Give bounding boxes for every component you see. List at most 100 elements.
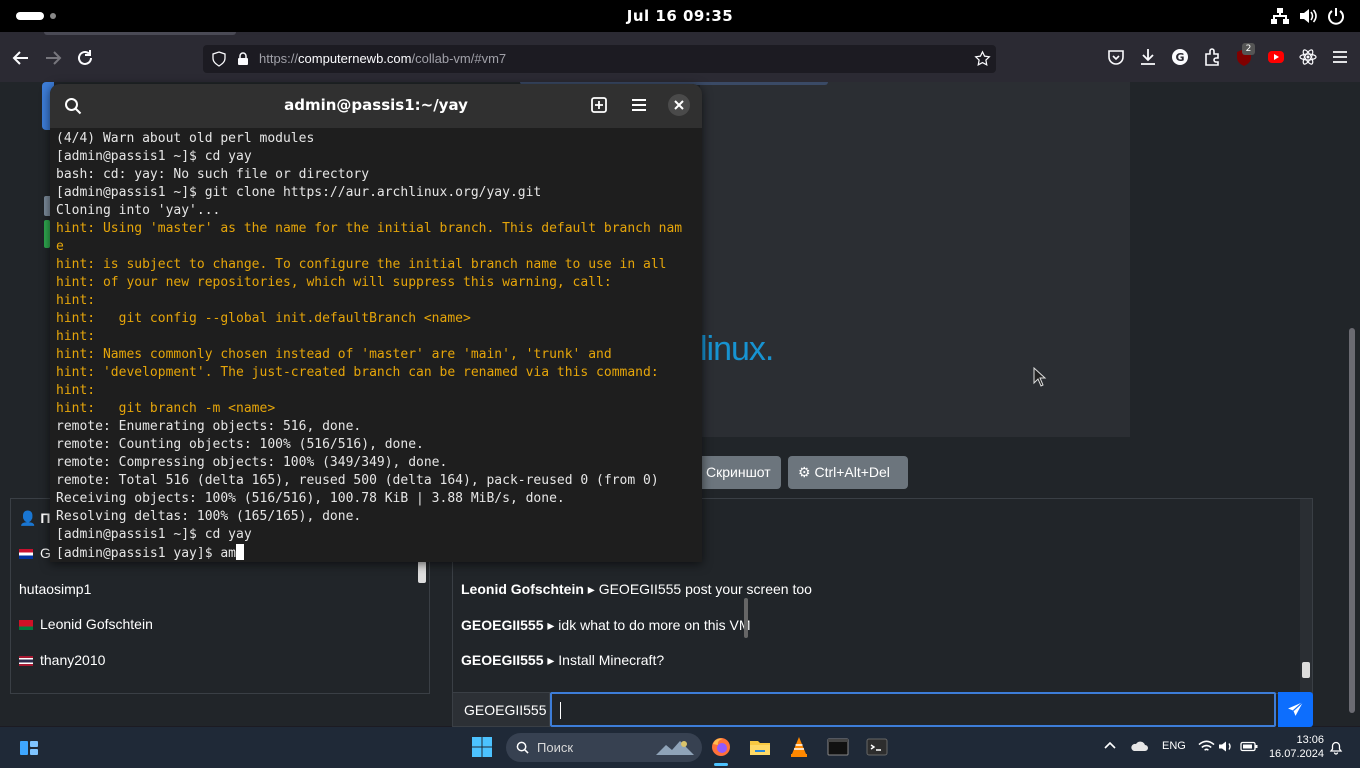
chat-scroll-thumb[interactable] xyxy=(1302,662,1310,678)
ctrl-alt-del-label: Ctrl+Alt+Del xyxy=(814,464,890,480)
active-tab-indicator[interactable] xyxy=(44,32,236,35)
taskbar-search[interactable]: Поиск xyxy=(506,733,702,762)
user-item[interactable]: hutaosimp1 xyxy=(19,574,91,604)
close-icon xyxy=(674,100,684,110)
bookmark-star-icon[interactable] xyxy=(974,50,991,67)
terminal-output[interactable]: (4/4) Warn about old perl modules [admin@… xyxy=(56,130,696,560)
network-wired-icon[interactable] xyxy=(1270,6,1290,26)
react-devtools-icon[interactable] xyxy=(1297,46,1319,68)
extensions-icon[interactable] xyxy=(1201,46,1223,68)
pocket-icon[interactable] xyxy=(1105,46,1127,68)
user-name: thany2010 xyxy=(40,652,106,668)
forward-icon[interactable] xyxy=(42,47,64,69)
user-list-scrollbar[interactable] xyxy=(418,561,426,583)
terminal-line: (4/4) Warn about old perl modules xyxy=(56,131,315,146)
nickname-label[interactable]: GEOEGII555 xyxy=(452,692,550,727)
widgets-icon[interactable] xyxy=(18,737,40,759)
menu-icon[interactable] xyxy=(1329,46,1351,68)
chat-text: idk what to do more on this VM xyxy=(558,617,751,633)
reload-icon[interactable] xyxy=(74,47,96,69)
chat-user: GEOEGII555 xyxy=(461,617,544,633)
speaker-icon[interactable] xyxy=(1218,739,1234,754)
terminal-line: bash: cd: yay: No such file or directory xyxy=(56,167,370,182)
taskbar-clock[interactable]: 13:06 16.07.2024 xyxy=(1264,733,1324,761)
downloads-icon[interactable] xyxy=(1137,46,1159,68)
vm-cursor-icon xyxy=(1033,367,1047,387)
language-indicator[interactable]: ENG xyxy=(1162,740,1186,752)
firefox-icon[interactable] xyxy=(710,736,732,758)
terminal-hint-line: hint: git config --global init.defaultBr… xyxy=(56,311,471,326)
taskbar-time: 13:06 xyxy=(1296,734,1324,746)
battery-icon[interactable] xyxy=(1240,739,1258,754)
ublock-badge: 2 xyxy=(1242,43,1255,55)
terminal-cursor xyxy=(236,544,245,560)
firefox-active-indicator xyxy=(714,763,728,766)
notifications-bell-icon[interactable] xyxy=(1328,739,1344,755)
terminal-line: [admin@passis1 ~]$ cd yay xyxy=(56,149,252,164)
hamburger-menu-icon[interactable] xyxy=(630,96,648,114)
flag-icon xyxy=(19,656,33,666)
volume-icon[interactable] xyxy=(1298,6,1318,26)
terminal-line: Receiving objects: 100% (516/516), 100.7… xyxy=(56,491,565,506)
terminal-app-icon[interactable] xyxy=(866,736,888,758)
terminal-hint-line: hint: is subject to change. To configure… xyxy=(56,257,667,272)
chat-input[interactable] xyxy=(550,692,1276,727)
terminal-line: [admin@passis1 ~]$ cd yay xyxy=(56,527,252,542)
screenshot-button[interactable]: Скриншот xyxy=(700,456,781,489)
chat-text: Install Minecraft? xyxy=(558,652,665,668)
account-g-icon[interactable]: G xyxy=(1169,46,1191,68)
arch-linux-logo-text: linux. xyxy=(700,330,774,368)
terminal-scrollbar[interactable] xyxy=(744,598,748,638)
user-name: hutaosimp1 xyxy=(19,581,92,597)
back-icon[interactable] xyxy=(10,47,32,69)
terminal-line: [admin@passis1 yay]$ am xyxy=(56,544,696,560)
cmd-icon[interactable] xyxy=(827,736,849,758)
chat-text: GEOEGII555 post your screen too xyxy=(598,581,812,597)
tray-overflow-icon[interactable] xyxy=(1102,738,1118,754)
windows-start-icon[interactable] xyxy=(471,736,493,758)
youtube-icon[interactable] xyxy=(1265,46,1287,68)
ctrl-alt-del-button[interactable]: ⚙ Ctrl+Alt+Del xyxy=(788,456,908,489)
url-bar[interactable]: https://computernewb.com/collab-vm/#vm7 xyxy=(203,45,996,73)
terminal-line: remote: Compressing objects: 100% (349/3… xyxy=(56,455,448,470)
page-scrollbar[interactable] xyxy=(1349,328,1355,713)
terminal-hint-line: hint: Using 'master' as the name for the… xyxy=(56,221,683,236)
terminal-window[interactable]: admin@passis1:~/yay (4/4) Warn about old… xyxy=(50,84,748,638)
terminal-hint-line: e xyxy=(56,239,64,254)
svg-text:G: G xyxy=(1175,51,1184,64)
close-button[interactable] xyxy=(668,94,690,116)
power-icon[interactable] xyxy=(1326,6,1346,26)
terminal-hint-line: hint: of your new repositories, which wi… xyxy=(56,275,612,290)
new-tab-icon[interactable] xyxy=(590,96,608,114)
terminal-line: Resolving deltas: 100% (165/165), done. xyxy=(56,509,362,524)
terminal-hint-line: hint: xyxy=(56,293,96,308)
vlc-icon[interactable] xyxy=(788,736,810,758)
terminal-hint-line: hint: git branch -m <name> xyxy=(56,401,276,416)
user-item[interactable]: Leonid Gofschtein xyxy=(19,609,153,639)
system-top-bar: Jul 16 09:35 xyxy=(0,0,1360,32)
screenshot-label: Скриншот xyxy=(706,464,771,480)
chat-message: GEOEGII555 ▸ Install Minecraft? xyxy=(461,652,665,668)
system-clock[interactable]: Jul 16 09:35 xyxy=(0,7,1360,25)
gear-icon: ⚙ xyxy=(798,464,811,480)
chat-scrollbar[interactable] xyxy=(1300,499,1312,693)
user-item[interactable]: thany2010 xyxy=(19,645,105,675)
send-button[interactable] xyxy=(1278,692,1313,727)
onedrive-icon[interactable] xyxy=(1130,739,1148,753)
chat-user: Leonid Gofschtein xyxy=(461,581,584,597)
lock-icon[interactable] xyxy=(235,51,251,67)
chat-message: GEOEGII555 ▸ idk what to do more on this… xyxy=(461,617,751,633)
taskbar-date: 16.07.2024 xyxy=(1268,748,1324,760)
send-icon xyxy=(1288,701,1304,716)
terminal-headerbar[interactable]: admin@passis1:~/yay xyxy=(50,84,702,128)
chat-input-row: GEOEGII555 xyxy=(452,692,1313,727)
vm-screen[interactable] xyxy=(700,82,1130,437)
terminal-hint-line: hint: 'development'. The just-created br… xyxy=(56,365,659,380)
url-path: /collab-vm/#vm7 xyxy=(411,51,507,66)
terminal-hint-line: hint: xyxy=(56,383,96,398)
url-text[interactable]: https://computernewb.com/collab-vm/#vm7 xyxy=(259,45,506,73)
user-name: Leonid Gofschtein xyxy=(40,616,153,632)
file-explorer-icon[interactable] xyxy=(749,736,771,758)
wifi-icon[interactable] xyxy=(1198,739,1215,754)
tracking-shield-icon[interactable] xyxy=(211,51,227,67)
